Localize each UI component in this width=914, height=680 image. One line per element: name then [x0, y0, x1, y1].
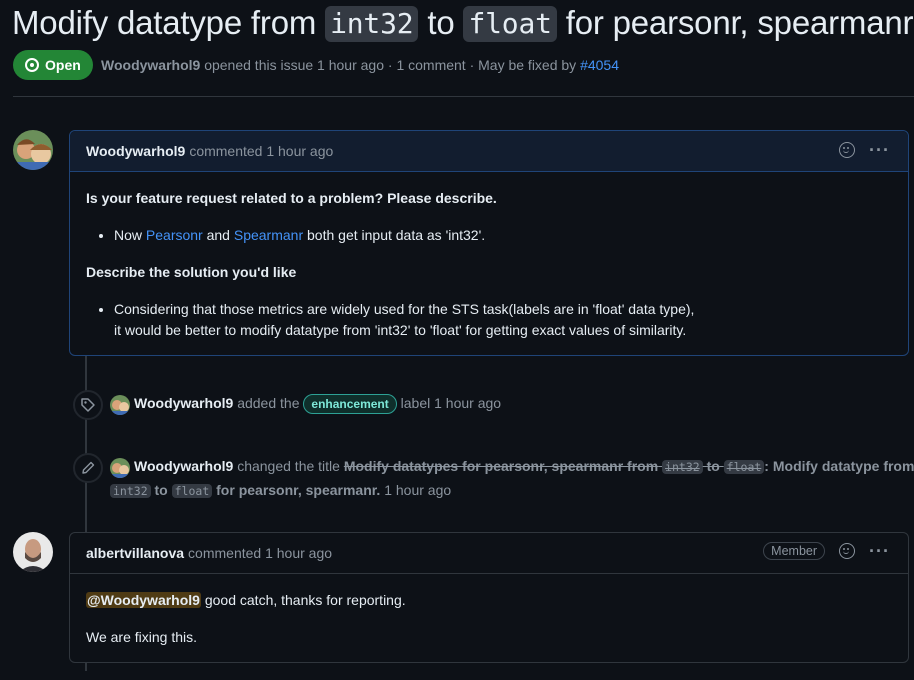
text: good catch, thanks for reporting.: [204, 592, 406, 608]
avatar[interactable]: [110, 458, 130, 478]
text: Considering that those metrics are widel…: [114, 301, 695, 317]
label-badge[interactable]: enhancement: [303, 394, 397, 414]
comment-card: Woodywarhol9 commented 1 hour ago ··· Is…: [69, 130, 909, 356]
event-actor-link[interactable]: Woodywarhol9: [134, 458, 233, 474]
kebab-icon[interactable]: ···: [869, 141, 890, 159]
comment-body: @Woodywarhol9 good catch, thanks for rep…: [70, 574, 908, 680]
new-title: to: [154, 482, 168, 498]
old-title-code: float: [723, 460, 765, 474]
old-title: to: [706, 458, 720, 474]
text: and: [206, 227, 230, 243]
pencil-icon: [73, 453, 103, 483]
comment-header: Woodywarhol9 commented 1 hour ago ···: [70, 131, 908, 172]
timeline-event-renamed: Woodywarhol9 changed the title Modify da…: [73, 453, 914, 503]
issue-open-icon: [25, 58, 39, 72]
comment-heading: Is your feature request related to a pro…: [86, 190, 497, 206]
event-text: label 1 hour ago: [400, 395, 502, 411]
comment-header: albertvillanova commented 1 hour ago Mem…: [70, 533, 908, 574]
title-text: for pearsonr, spearmanr.: [565, 4, 914, 41]
comment-paragraph: @Woodywarhol9 good catch, thanks for rep…: [86, 590, 892, 611]
avatar[interactable]: [13, 130, 53, 170]
comment-timestamp[interactable]: commented 1 hour ago: [189, 143, 333, 159]
comment-author-link[interactable]: albertvillanova: [86, 545, 184, 561]
event-timestamp[interactable]: 1 hour ago: [384, 482, 451, 498]
smiley-icon[interactable]: [839, 543, 856, 559]
linked-pr-link[interactable]: #4054: [580, 57, 619, 73]
old-title: Modify datatypes for pearsonr, spearmanr…: [343, 458, 659, 474]
new-title: Modify datatype from: [772, 458, 914, 474]
title-text: to: [427, 4, 455, 41]
comment-body: Is your feature request related to a pro…: [70, 172, 908, 373]
event-actor-link[interactable]: Woodywarhol9: [134, 395, 233, 411]
issue-author-link[interactable]: Woodywarhol9: [101, 57, 200, 73]
avatar[interactable]: [110, 395, 130, 415]
event-text: changed the title: [237, 458, 340, 474]
title-code-int32: int32: [325, 6, 419, 42]
old-title-code: int32: [662, 460, 703, 474]
avatar[interactable]: [13, 532, 53, 572]
issue-meta-text: opened this issue 1 hour ago · 1 comment…: [204, 57, 577, 73]
smiley-icon[interactable]: [839, 142, 856, 158]
title-code-float: float: [463, 6, 557, 42]
text: it would be better to modify datatype fr…: [114, 322, 687, 338]
issue-title: Modify datatype from int32 to float for …: [12, 2, 914, 44]
comment-paragraph: We are fixing this.: [86, 629, 198, 645]
new-title-code: float: [171, 484, 213, 498]
member-badge: Member: [763, 542, 826, 560]
event-text: added the: [237, 395, 300, 411]
kebab-icon[interactable]: ···: [869, 542, 890, 560]
text: both get input data as 'int32'.: [307, 227, 486, 243]
pearsonr-link[interactable]: Pearsonr: [146, 227, 203, 243]
comment-heading: Describe the solution you'd like: [86, 264, 297, 280]
issue-state-badge: Open: [13, 50, 93, 80]
new-title: for pearsonr, spearmanr.: [216, 482, 381, 498]
list-item: Now Pearsonr and Spearmanr both get inpu…: [114, 225, 892, 246]
text: Now: [114, 227, 143, 243]
issue-state-label: Open: [45, 57, 81, 73]
title-text: Modify datatype from: [12, 4, 317, 41]
timeline-event-labeled: Woodywarhol9 added the enhancement label…: [73, 390, 914, 420]
tag-icon: [73, 390, 103, 420]
user-mention[interactable]: @Woodywarhol9: [86, 592, 201, 608]
spearmanr-link[interactable]: Spearmanr: [234, 227, 303, 243]
new-title-code: int32: [110, 484, 151, 498]
comment-timestamp[interactable]: commented 1 hour ago: [188, 545, 332, 561]
issue-meta: Woodywarhol9 opened this issue 1 hour ag…: [101, 57, 619, 73]
comment-card: albertvillanova commented 1 hour ago Mem…: [69, 532, 909, 663]
list-item: Considering that those metrics are widel…: [114, 299, 892, 341]
divider: [13, 96, 914, 97]
comment-author-link[interactable]: Woodywarhol9: [86, 143, 185, 159]
